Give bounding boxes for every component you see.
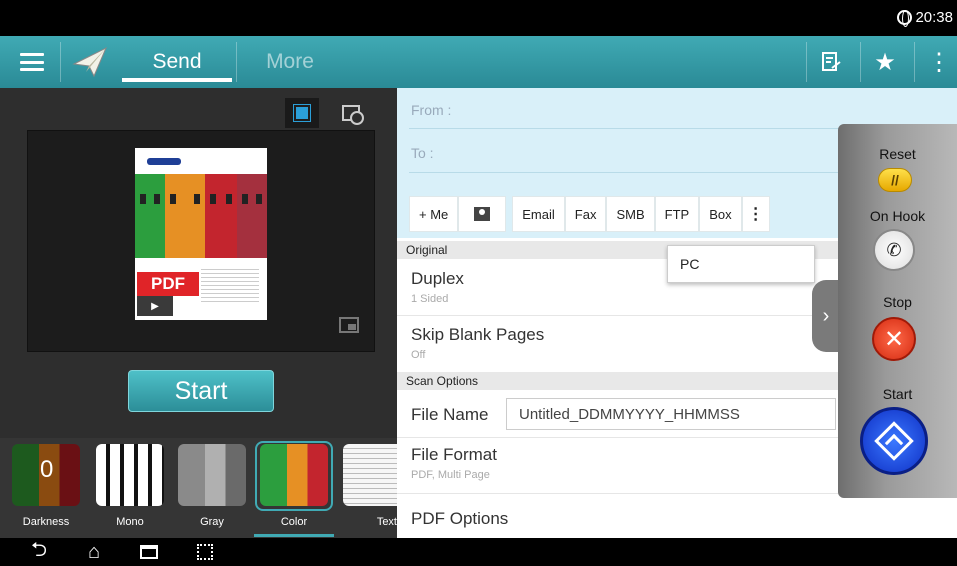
globe-icon bbox=[897, 10, 913, 27]
color-mode-darkness[interactable]: 0 bbox=[12, 444, 80, 506]
expand-preview-icon[interactable] bbox=[339, 317, 359, 333]
destination-toolbar: + Me Email Fax SMB FTP Box ⋮ bbox=[409, 196, 770, 232]
divider bbox=[60, 42, 61, 82]
on-hook-button[interactable]: ✆ bbox=[873, 229, 915, 271]
duplex-setting[interactable]: Duplex 1 Sided bbox=[411, 269, 464, 305]
recent-apps-icon[interactable] bbox=[136, 542, 162, 562]
document-image bbox=[135, 174, 267, 258]
stop-label: Stop bbox=[883, 294, 912, 310]
box-button[interactable]: Box bbox=[699, 196, 742, 232]
skip-blank-title: Skip Blank Pages bbox=[411, 325, 545, 344]
tab-more[interactable]: More bbox=[240, 36, 340, 88]
preview-start-button[interactable]: Start bbox=[128, 370, 274, 412]
on-hook-label: On Hook bbox=[869, 208, 926, 224]
darkness-value: 0 bbox=[40, 456, 54, 483]
skip-blank-setting[interactable]: Skip Blank Pages Off bbox=[411, 325, 544, 361]
color-mode-label: Text bbox=[376, 516, 397, 528]
color-mode-label: Mono bbox=[116, 516, 144, 528]
start-icon bbox=[874, 421, 914, 461]
color-mode-strip: 0 Darkness Mono Gray Color Text bbox=[0, 438, 403, 538]
status-clock: 20:38 bbox=[897, 9, 953, 27]
home-icon[interactable]: ⌂ bbox=[81, 541, 107, 563]
color-mode-label: Darkness bbox=[22, 516, 70, 528]
file-format-setting[interactable]: File Format PDF, Multi Page bbox=[411, 445, 497, 481]
edit-document-icon[interactable] bbox=[806, 36, 856, 88]
color-mode-label: Gray bbox=[200, 516, 224, 528]
pdf-options-setting[interactable]: PDF Options bbox=[411, 509, 508, 529]
contact-icon bbox=[474, 207, 491, 221]
close-icon: ✕ bbox=[883, 325, 905, 353]
status-time: 20:38 bbox=[915, 9, 953, 26]
send-screen: 20:38 Send More ★ ⋮ PDF ▶ Start 0 Darkne… bbox=[0, 0, 957, 566]
duplex-value: 1 Sided bbox=[411, 293, 449, 305]
more-destinations-icon[interactable]: ⋮ bbox=[741, 196, 770, 232]
color-mode-mono[interactable] bbox=[96, 444, 164, 506]
paper-plane-icon bbox=[72, 46, 107, 78]
star-icon[interactable]: ★ bbox=[860, 36, 910, 88]
email-button[interactable]: Email bbox=[512, 196, 565, 232]
overflow-menu-icon[interactable]: ⋮ bbox=[914, 36, 957, 88]
preview-settings-icon[interactable] bbox=[334, 98, 368, 128]
file-format-value: PDF, Multi Page bbox=[411, 469, 490, 481]
add-me-button[interactable]: + Me bbox=[409, 196, 459, 232]
control-panel: Reset // On Hook ✆ Stop ✕ Start bbox=[838, 124, 957, 498]
from-field[interactable]: From : bbox=[411, 102, 451, 118]
screen-capture-icon[interactable] bbox=[192, 542, 218, 562]
stop-button[interactable]: ✕ bbox=[872, 317, 916, 361]
action-bar: Send More ★ ⋮ bbox=[0, 36, 957, 88]
duplex-title: Duplex bbox=[411, 269, 464, 288]
selected-indicator bbox=[254, 534, 334, 537]
pdf-options-title: PDF Options bbox=[411, 509, 509, 528]
ftp-button[interactable]: FTP bbox=[654, 196, 700, 232]
phone-icon: ✆ bbox=[886, 239, 902, 260]
file-format-title: File Format bbox=[411, 445, 497, 464]
divider bbox=[236, 42, 237, 82]
collapse-panel-icon[interactable]: › bbox=[812, 280, 840, 352]
start-label: Start bbox=[882, 386, 913, 402]
skip-blank-value: Off bbox=[411, 349, 426, 361]
reset-label: Reset bbox=[879, 146, 916, 162]
popup-option-pc[interactable]: PC bbox=[680, 256, 699, 272]
start-button[interactable] bbox=[860, 407, 928, 475]
pdf-badge: PDF bbox=[137, 272, 199, 296]
smb-button[interactable]: SMB bbox=[606, 196, 655, 232]
document-text bbox=[201, 266, 259, 304]
to-field[interactable]: To : bbox=[411, 145, 434, 161]
color-mode-gray[interactable] bbox=[178, 444, 246, 506]
status-bar: 20:38 bbox=[0, 0, 957, 36]
reset-button[interactable]: // bbox=[878, 168, 912, 192]
play-icon[interactable]: ▶ bbox=[137, 296, 173, 316]
hamburger-icon[interactable] bbox=[20, 53, 44, 71]
address-book-button[interactable] bbox=[458, 196, 507, 232]
file-name-label: File Name bbox=[411, 405, 489, 424]
document-logo bbox=[147, 158, 181, 165]
back-icon[interactable]: ⮌ bbox=[26, 539, 52, 562]
navigation-bar: ⮌ ⌂ bbox=[0, 538, 957, 566]
color-mode-label: Color bbox=[280, 516, 308, 528]
color-mode-text[interactable] bbox=[343, 444, 403, 506]
file-name-input[interactable]: Untitled_DDMMYYYY_HHMMSS bbox=[506, 398, 836, 430]
more-destinations-popup: PC bbox=[667, 245, 815, 283]
fax-button[interactable]: Fax bbox=[564, 196, 607, 232]
color-mode-color[interactable] bbox=[260, 444, 328, 506]
preview-image-icon[interactable] bbox=[285, 98, 319, 128]
tab-send[interactable]: Send bbox=[122, 36, 232, 88]
